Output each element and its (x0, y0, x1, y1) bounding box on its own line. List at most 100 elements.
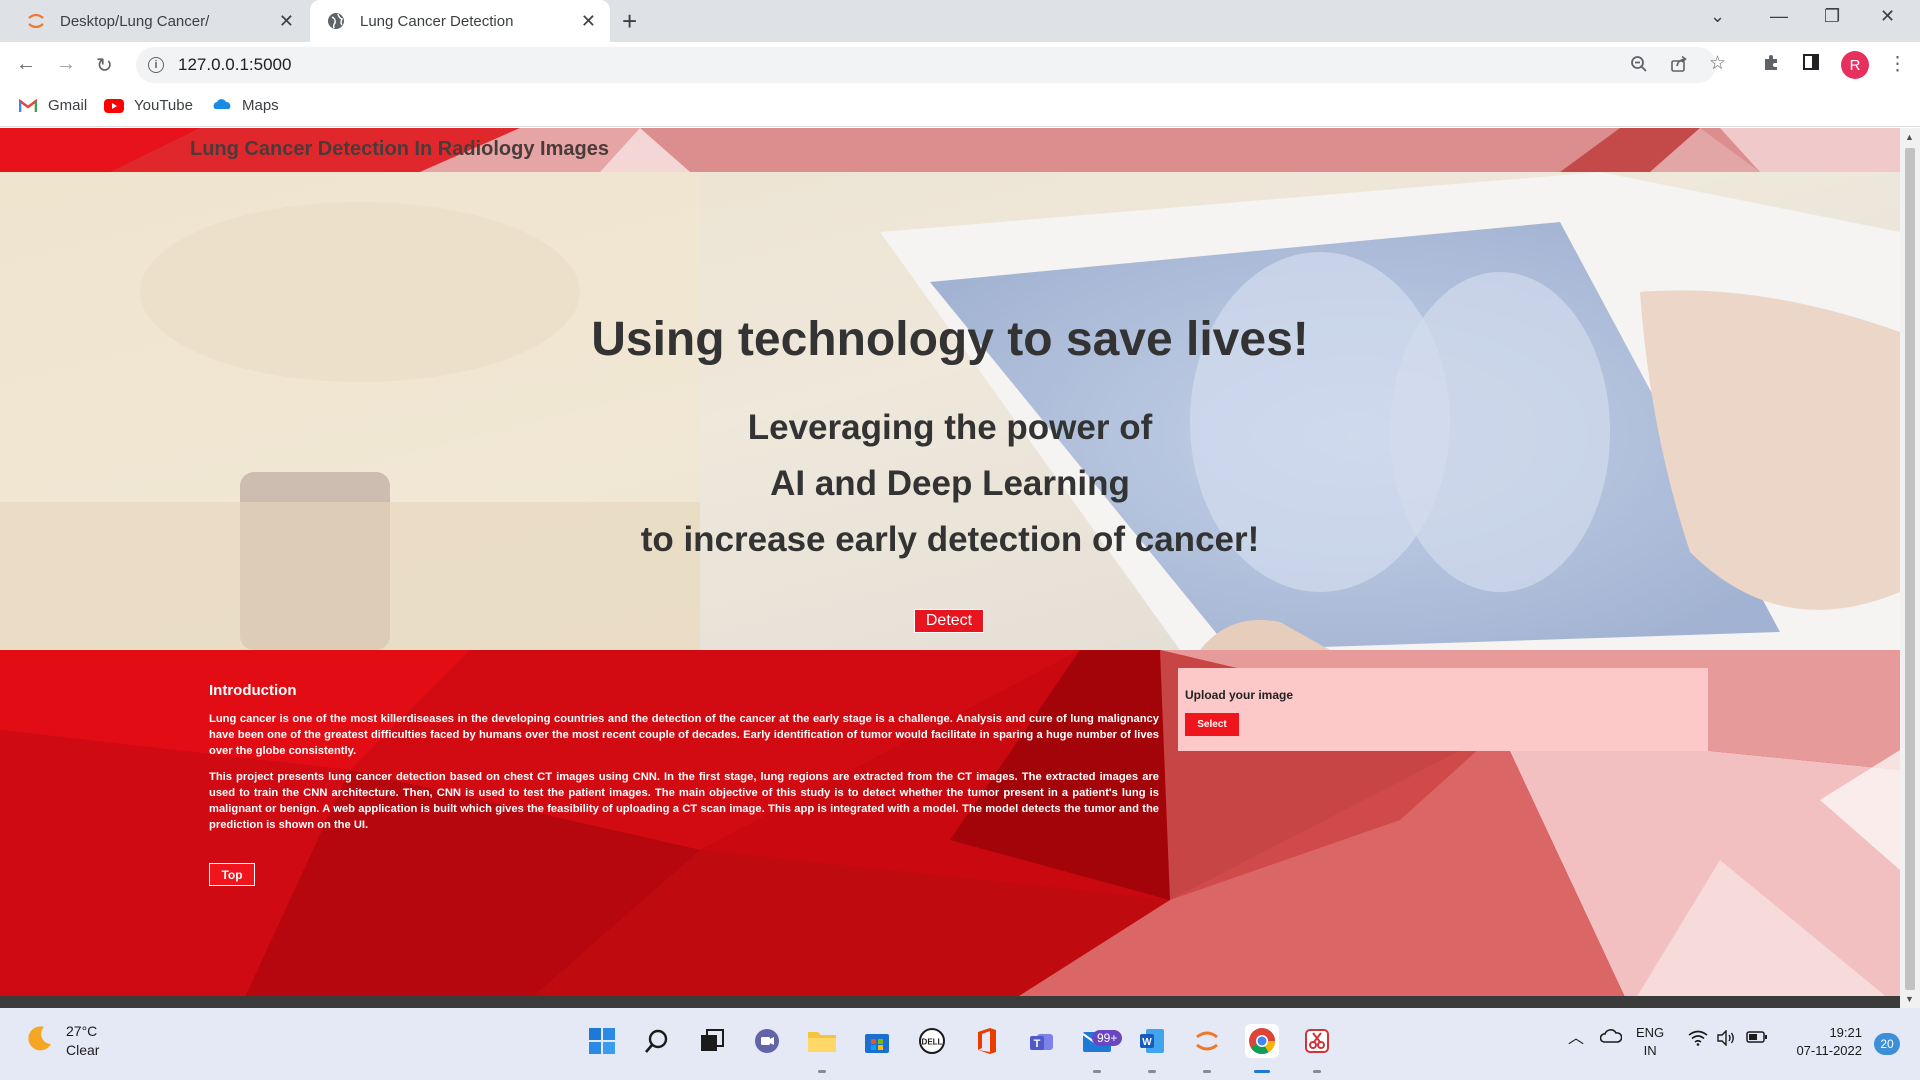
hero-headline: Using technology to save lives! (591, 313, 1309, 366)
search-icon[interactable] (640, 1024, 674, 1058)
hero-subline-3: to increase early detection of cancer! (640, 520, 1260, 559)
restore-icon[interactable]: ❐ (1824, 6, 1840, 27)
volume-icon[interactable] (1716, 1029, 1736, 1051)
page-footer-bar (0, 996, 1900, 1008)
bookmark-star-icon[interactable]: ☆ (1709, 52, 1726, 75)
jupyter-icon (26, 11, 46, 31)
windows-start-icon[interactable] (585, 1024, 619, 1058)
close-tab-icon[interactable]: ✕ (279, 11, 294, 32)
weather-temp: 27°C (66, 1023, 98, 1039)
bookmark-gmail[interactable]: Gmail (18, 97, 87, 114)
office-icon[interactable] (970, 1024, 1004, 1058)
mail-badge: 99+ (1092, 1030, 1123, 1046)
scroll-up-arrow-icon[interactable]: ▲ (1905, 132, 1914, 142)
zoom-icon[interactable] (1630, 55, 1648, 79)
intro-paragraph-1: Lung cancer is one of the most killerdis… (209, 713, 1159, 758)
hero-subline-1: Leveraging the power of (747, 408, 1153, 447)
bookmark-label: Maps (242, 97, 279, 114)
top-button[interactable]: Top (209, 863, 255, 886)
tab-lung-cancer-detection[interactable]: Lung Cancer Detection ✕ (310, 0, 610, 42)
microsoft-store-icon[interactable] (860, 1024, 894, 1058)
weather-desc: Clear (66, 1042, 100, 1058)
snipping-tool-icon[interactable] (1300, 1024, 1334, 1058)
onedrive-icon[interactable] (1599, 1028, 1623, 1049)
word-icon[interactable]: W (1135, 1024, 1169, 1058)
forward-icon[interactable]: → (56, 53, 76, 76)
address-bar[interactable]: i 127.0.0.1:5000 ☆ (136, 47, 1726, 83)
scrollbar-thumb[interactable] (1905, 148, 1915, 990)
bookmarks-bar: Gmail YouTube Maps (0, 89, 1920, 127)
hero-section: Using technology to save lives! Leveragi… (0, 172, 1900, 650)
clock-time: 19:21 (1829, 1025, 1862, 1040)
page-viewport: Lung Cancer Detection In Radiology Image… (0, 128, 1900, 1008)
extensions-icon[interactable] (1762, 53, 1780, 77)
weather-widget[interactable]: 27°C Clear (24, 1022, 99, 1060)
scroll-down-arrow-icon[interactable]: ▼ (1905, 994, 1914, 1004)
teams-icon[interactable]: T (1025, 1024, 1059, 1058)
moon-icon (24, 1024, 54, 1059)
running-indicator (1148, 1070, 1156, 1073)
intro-heading: Introduction (209, 682, 297, 699)
tab-desktop-lung-cancer[interactable]: Desktop/Lung Cancer/ ✕ (0, 0, 308, 42)
maps-icon (212, 98, 232, 113)
introduction-block: Introduction Lung cancer is one of the m… (209, 682, 1159, 842)
side-panel-icon[interactable] (1802, 53, 1820, 77)
tab-strip: Desktop/Lung Cancer/ ✕ Lung Cancer Detec… (0, 0, 1920, 42)
show-hidden-icons-chevron-icon[interactable]: ︿ (1568, 1030, 1584, 1048)
clock-date: 07-11-2022 (1796, 1043, 1862, 1058)
back-icon[interactable]: ← (16, 53, 36, 76)
new-tab-icon[interactable]: + (622, 6, 637, 37)
site-header: Lung Cancer Detection In Radiology Image… (0, 128, 1900, 172)
chrome-icon[interactable] (1245, 1024, 1279, 1058)
bookmark-maps[interactable]: Maps (212, 97, 279, 114)
globe-icon (326, 11, 346, 31)
share-icon[interactable] (1670, 55, 1688, 79)
reload-icon[interactable]: ↻ (96, 53, 113, 78)
running-indicator (1203, 1070, 1211, 1073)
windows-taskbar: 27°C Clear DELL T 99+ W ︿ ENG IN 19:21 0… (0, 1008, 1920, 1080)
intro-paragraph-2: This project presents lung cancer detect… (209, 770, 1159, 832)
select-file-button[interactable]: Select (1185, 713, 1239, 736)
active-app-indicator (1254, 1070, 1270, 1073)
brand-title[interactable]: Lung Cancer Detection In Radiology Image… (190, 138, 609, 161)
teams-chat-icon[interactable] (750, 1024, 784, 1058)
upload-panel: Upload your image Select (1178, 668, 1708, 751)
minimize-icon[interactable]: — (1770, 6, 1788, 27)
bookmark-label: Gmail (48, 97, 88, 114)
site-info-icon[interactable]: i (148, 57, 164, 73)
running-indicator (1093, 1070, 1101, 1073)
youtube-icon (104, 98, 124, 113)
region-code: IN (1643, 1043, 1657, 1058)
close-tab-icon[interactable]: ✕ (581, 11, 596, 32)
browser-toolbar: ← → ↻ i 127.0.0.1:5000 ☆ R ⋮ (0, 42, 1920, 89)
profile-avatar[interactable]: R (1841, 51, 1869, 79)
bookmark-youtube[interactable]: YouTube (104, 97, 193, 114)
menu-kebab-icon[interactable]: ⋮ (1888, 53, 1907, 76)
file-explorer-icon[interactable] (805, 1024, 839, 1058)
upload-label: Upload your image (1185, 688, 1294, 702)
task-view-icon[interactable] (695, 1024, 729, 1058)
svg-text:T: T (1034, 1038, 1041, 1050)
bookmark-label: YouTube (134, 97, 193, 114)
dell-icon[interactable]: DELL (915, 1024, 949, 1058)
tab-search-icon[interactable]: ⌄ (1710, 6, 1725, 27)
battery-icon[interactable] (1746, 1030, 1768, 1049)
intro-section: Introduction Lung cancer is one of the m… (0, 650, 1900, 1008)
language-indicator[interactable]: ENG IN (1636, 1024, 1664, 1060)
clock[interactable]: 19:21 07-11-2022 (1782, 1024, 1862, 1060)
wifi-icon[interactable] (1688, 1030, 1708, 1051)
url-text[interactable]: 127.0.0.1:5000 (178, 55, 291, 75)
running-indicator (818, 1070, 826, 1073)
notification-count-badge[interactable]: 20 (1874, 1033, 1900, 1055)
hero-subline-2: AI and Deep Learning (770, 464, 1130, 503)
svg-text:W: W (1142, 1037, 1152, 1048)
close-window-icon[interactable]: ✕ (1880, 6, 1895, 27)
svg-text:DELL: DELL (922, 1038, 943, 1047)
tab-title: Lung Cancer Detection (360, 12, 514, 30)
tab-title: Desktop/Lung Cancer/ (60, 12, 210, 30)
jupyter-taskbar-icon[interactable] (1190, 1024, 1224, 1058)
language-code: ENG (1636, 1025, 1665, 1040)
page-scrollbar[interactable]: ▲ ▼ (1900, 128, 1920, 1008)
gmail-icon (18, 98, 38, 113)
detect-button[interactable]: Detect (914, 609, 984, 633)
